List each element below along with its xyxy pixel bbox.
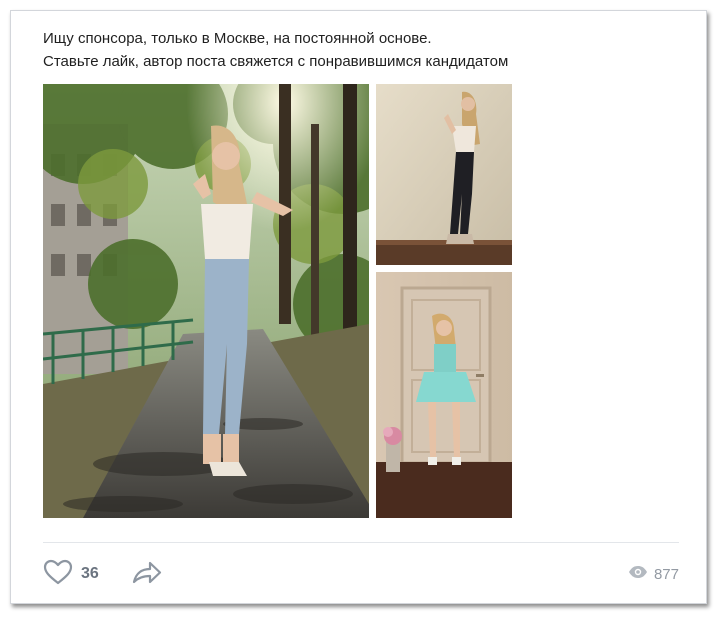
eye-icon — [628, 565, 648, 584]
share-arrow-icon — [131, 561, 163, 590]
photo-main[interactable] — [43, 84, 369, 518]
post-text-line-2: Ставьте лайк, автор поста свяжется с пон… — [43, 53, 509, 70]
heart-icon — [43, 559, 73, 590]
photo-bottom-right[interactable] — [376, 272, 512, 518]
post-actions: 36 877 — [43, 559, 679, 589]
photo-top-right[interactable] — [376, 84, 512, 265]
views-count: 877 — [653, 565, 679, 583]
like-count: 36 — [81, 565, 99, 582]
views-counter: 877 — [628, 559, 679, 589]
post-text: Ищу спонсора, только в Москве, на постоя… — [43, 27, 683, 73]
share-button[interactable] — [131, 560, 163, 591]
post-card: Ищу спонсора, только в Москве, на постоя… — [10, 10, 707, 604]
like-button[interactable]: 36 — [43, 559, 99, 589]
post-text-line-1: Ищу спонсора, только в Москве, на постоя… — [43, 30, 432, 47]
footer-divider — [43, 542, 679, 543]
